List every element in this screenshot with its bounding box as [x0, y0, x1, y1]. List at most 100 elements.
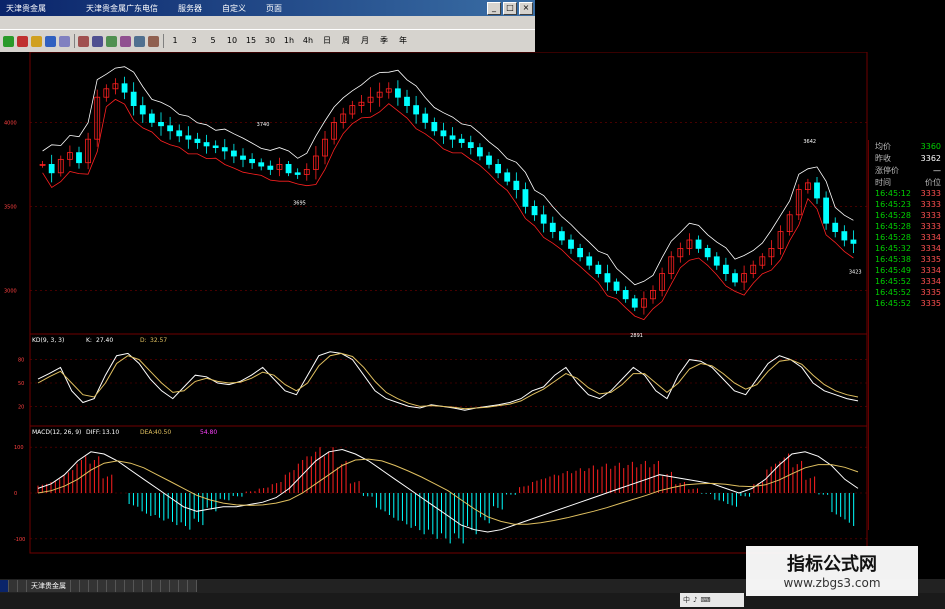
tick-time: 16:45:52 — [875, 277, 911, 286]
candle-body — [394, 88, 401, 98]
bottom-tab[interactable] — [179, 580, 188, 592]
period-button[interactable]: 周 — [338, 34, 354, 48]
lower-band-line — [42, 98, 854, 321]
bottom-tab[interactable] — [143, 580, 152, 592]
line-tool-icon[interactable] — [78, 35, 89, 47]
quote-label: 涨停价 — [875, 165, 899, 175]
candle-body — [713, 256, 720, 266]
quote-row: 均价 3360 — [869, 140, 945, 152]
main-panel-border — [29, 51, 868, 335]
watermark-url: www.zbgs3.com — [783, 576, 881, 590]
kd-k-value: 27.40 — [96, 337, 113, 344]
candle-body — [486, 155, 492, 165]
period-button[interactable]: 1 — [167, 34, 183, 48]
period-button[interactable]: 月 — [357, 34, 373, 48]
stop-icon[interactable] — [17, 35, 28, 47]
bottom-tab[interactable] — [89, 580, 98, 592]
bottom-tab[interactable] — [134, 580, 143, 592]
tick-price: 3334 — [920, 277, 941, 286]
window-icon[interactable] — [45, 35, 56, 47]
candle-body — [850, 239, 857, 244]
tick-row: 16:45:52 3335 — [869, 287, 945, 298]
candle-body — [558, 231, 565, 241]
y-tick-label: -100 — [14, 537, 25, 543]
bottom-tab[interactable] — [152, 580, 161, 592]
bottom-tab[interactable] — [71, 580, 80, 592]
minimize-icon[interactable]: _ — [487, 2, 501, 15]
bottom-tab[interactable] — [80, 580, 89, 592]
y-tick-label: 20 — [18, 404, 24, 410]
quote-row: 涨停价 — — [869, 164, 945, 176]
period-button[interactable]: 年 — [395, 34, 411, 48]
candle-body — [622, 289, 629, 300]
quote-row: 昨收 3362 — [869, 152, 945, 164]
toolbar-button[interactable] — [490, 34, 506, 48]
period-button[interactable]: 5 — [205, 34, 221, 48]
kd-lines — [37, 351, 859, 411]
monitor-icon[interactable] — [134, 35, 145, 47]
window-controls: _ □ × — [487, 2, 533, 15]
bottom-tab[interactable] — [161, 580, 170, 592]
bottom-tab[interactable] — [188, 580, 197, 592]
app-window: 天津贵金属 天津贵金属广东电信 服务器 自定义 页面 _ □ × 1 3 5 1… — [0, 0, 535, 52]
candle-body — [76, 152, 82, 164]
period-button[interactable]: 季 — [376, 34, 392, 48]
bottom-tab[interactable] — [9, 580, 18, 592]
grid-icon[interactable] — [59, 35, 70, 47]
period-button[interactable]: 日 — [319, 34, 335, 48]
quote-value: 3362 — [920, 153, 941, 163]
pen-icon[interactable] — [120, 35, 131, 47]
candle-body — [440, 130, 447, 137]
bottom-tab[interactable] — [98, 580, 107, 592]
bottom-tab[interactable] — [107, 580, 116, 592]
bottom-tab[interactable] — [125, 580, 134, 592]
folder-icon[interactable] — [31, 35, 42, 47]
period-button[interactable]: 10 — [224, 34, 240, 48]
toolbar-button[interactable] — [452, 34, 468, 48]
green-circle-icon[interactable] — [3, 35, 14, 47]
period-button[interactable]: 4h — [300, 34, 316, 48]
candle-body — [240, 155, 246, 160]
period-button[interactable]: 3 — [186, 34, 202, 48]
bottom-tab[interactable] — [116, 580, 125, 592]
tick-row: 16:45:12 3333 — [869, 188, 945, 199]
toolbar-button[interactable] — [414, 34, 430, 48]
quote-value: 3360 — [920, 141, 941, 151]
toolbar-button[interactable] — [433, 34, 449, 48]
tick-row: 16:45:32 3334 — [869, 243, 945, 254]
toolbar-button[interactable] — [471, 34, 487, 48]
candle-body — [586, 256, 593, 266]
macd-label: MACD(12, 26, 9) — [32, 429, 81, 436]
period-button[interactable]: 15 — [243, 34, 259, 48]
ime-icon[interactable]: ♪ — [693, 596, 697, 604]
tick-time: 16:45:28 — [875, 211, 911, 220]
tick-price: 3334 — [920, 233, 941, 242]
tick-row: 16:45:23 3333 — [869, 199, 945, 210]
close-icon[interactable]: × — [519, 2, 533, 15]
wave-icon[interactable] — [148, 35, 159, 47]
bottom-tab[interactable] — [170, 580, 179, 592]
y-tick-label: 80 — [18, 358, 24, 364]
draw-tool-icon[interactable] — [92, 35, 103, 47]
bottom-tab[interactable]: 天津贵金属 — [27, 580, 71, 592]
toolbar-separator — [74, 34, 75, 48]
title-part: 自定义 — [222, 3, 246, 13]
period-button[interactable]: 1h — [281, 34, 297, 48]
chart-svg[interactable]: 400035003000 374036954262289136423423 KD… — [0, 45, 868, 579]
ime-toolbar[interactable]: 中 ♪ ⌨ — [680, 593, 744, 607]
candle-body — [513, 180, 520, 190]
chart-area[interactable]: 400035003000 374036954262289136423423 KD… — [0, 45, 868, 579]
bottom-tab[interactable] — [0, 580, 9, 592]
quote-value: 价位 — [925, 177, 941, 187]
ime-icon[interactable]: 中 — [683, 595, 690, 605]
tick-price: 3334 — [920, 266, 941, 275]
tick-time: 16:45:32 — [875, 244, 911, 253]
bottom-tab[interactable] — [18, 580, 27, 592]
maximize-icon[interactable]: □ — [503, 2, 517, 15]
candle-body — [422, 113, 429, 123]
title-part: 页面 — [266, 3, 282, 13]
period-button[interactable]: 30 — [262, 34, 278, 48]
ime-icon[interactable]: ⌨ — [700, 596, 710, 604]
candlestick-series — [39, 76, 857, 315]
cursor-icon[interactable] — [106, 35, 117, 47]
